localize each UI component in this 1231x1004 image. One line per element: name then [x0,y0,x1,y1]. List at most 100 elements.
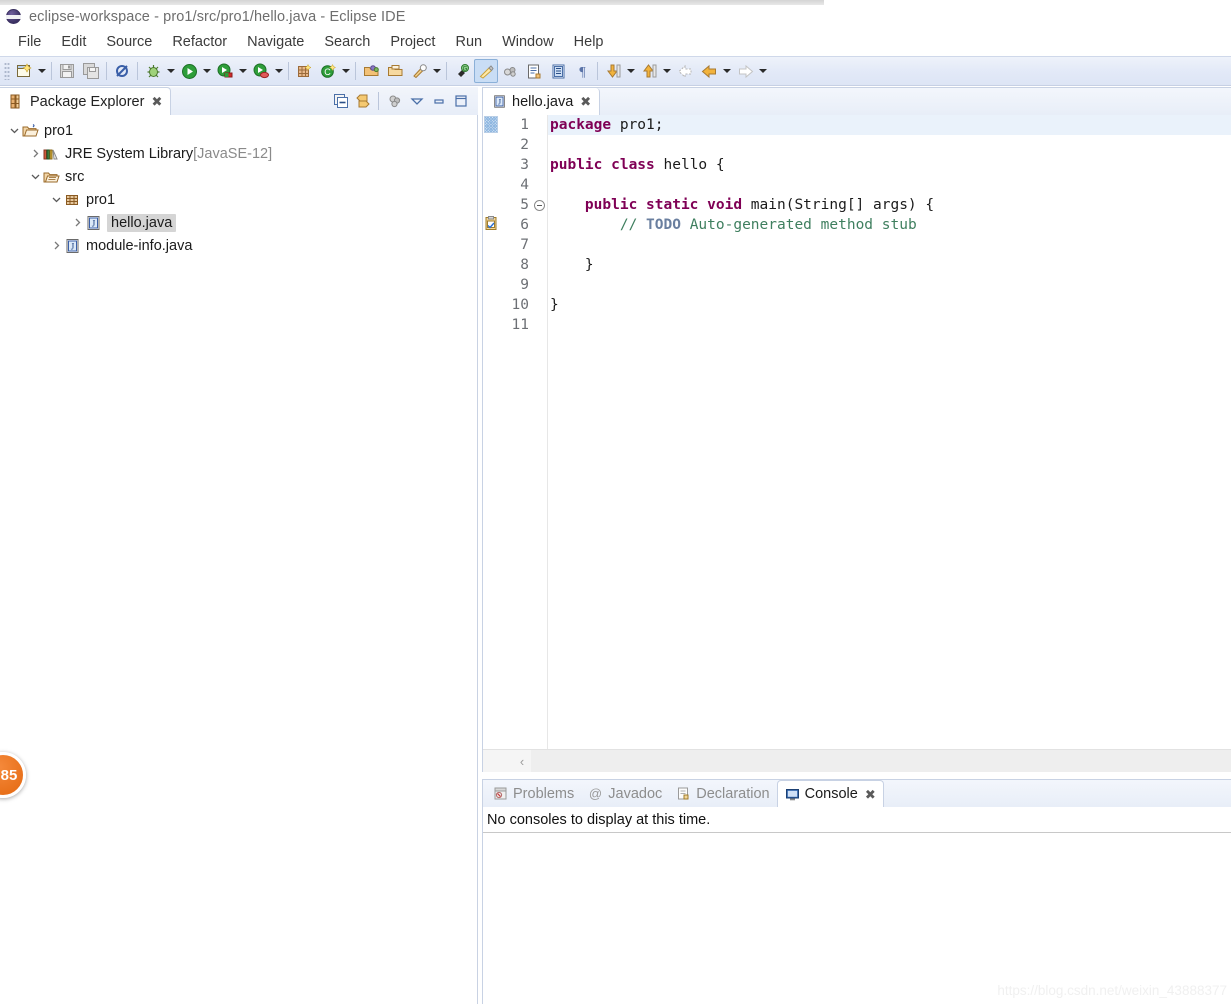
editor-horizontal-scrollbar[interactable]: ‹ [483,749,1231,772]
close-icon[interactable]: ✖ [580,95,591,108]
todo-task-marker-icon[interactable] [484,216,499,231]
coverage-icon[interactable] [249,59,273,83]
pilcrow-icon[interactable]: ¶ [570,59,594,83]
close-icon[interactable]: ✖ [151,95,162,108]
new-xml-file-icon[interactable] [522,59,546,83]
link-debug-icon[interactable] [498,59,522,83]
menu-run[interactable]: Run [445,32,492,52]
console-icon [785,787,800,802]
toolbar-grip[interactable] [4,62,10,80]
save-all-icon[interactable] [79,59,103,83]
menu-help[interactable]: Help [564,32,614,52]
search-icon[interactable] [407,59,431,83]
pin-editor-icon[interactable]: G [450,59,474,83]
toggle-mark-occurrences-icon[interactable] [474,59,498,83]
show-whitespace-icon[interactable] [546,59,570,83]
toolbar-separator [597,62,598,80]
open-type-icon[interactable] [359,59,383,83]
coverage-dropdown-arrow[interactable] [273,60,285,82]
tree-item-src[interactable]: src [0,165,477,188]
line-number: 3 [520,157,529,173]
maximize-icon[interactable] [451,92,470,111]
tree-item-hello-java[interactable]: J hello.java [0,211,477,234]
tree-item-pro1-package[interactable]: pro1 [0,188,477,211]
chevron-right-icon[interactable] [48,238,64,254]
back-icon[interactable] [697,59,721,83]
debug-dropdown-arrow[interactable] [165,60,177,82]
new-java-project-icon[interactable] [292,59,316,83]
tab-hello-java[interactable]: J hello.java ✖ [483,88,601,115]
eclipse-ide-window: eclipse-workspace - pro1/src/pro1/hello.… [0,0,1231,1004]
last-edit-location-icon[interactable] [673,59,697,83]
tab-package-explorer[interactable]: Package Explorer ✖ [0,87,172,115]
java-file-icon: J [64,238,81,254]
new-wizard-dropdown-arrow[interactable] [36,60,48,82]
folding-bar[interactable] [533,115,548,750]
code-line-10: } [548,295,1231,315]
menu-refactor[interactable]: Refactor [162,32,237,52]
view-menu-icon[interactable] [407,92,426,111]
link-with-editor-icon[interactable] [353,92,372,111]
menu-source[interactable]: Source [96,32,162,52]
minimize-icon[interactable] [429,92,448,111]
tab-console[interactable]: Console ✖ [776,780,884,807]
view-filter-icon[interactable] [385,92,404,111]
tree-item-pro1-project[interactable]: pro1 [0,119,477,142]
code-line-8: } [548,255,1231,275]
tree-item-jre-system-library[interactable]: JRE System Library [JavaSE-12] [0,142,477,165]
forward-dropdown-arrow[interactable] [757,60,769,82]
tab-problems[interactable]: Problems [486,780,581,807]
forward-icon[interactable] [733,59,757,83]
next-annotation-dropdown-arrow[interactable] [625,60,637,82]
fold-collapse-icon[interactable] [534,200,545,211]
svg-text:C: C [324,67,331,77]
new-java-class-icon[interactable]: C [316,59,340,83]
next-annotation-icon[interactable] [601,59,625,83]
close-icon[interactable]: ✖ [865,788,876,801]
chevron-right-icon[interactable] [27,146,43,162]
token-plain: } [550,297,559,313]
search-dropdown-arrow[interactable] [431,60,443,82]
run-icon[interactable] [177,59,201,83]
tab-declaration[interactable]: Declaration [669,780,776,807]
tree-item-module-info-java[interactable]: J module-info.java [0,234,477,257]
cursor-line-marker [484,116,498,133]
source-text[interactable]: package pro1; public class hello { publi… [548,115,1231,750]
menu-project[interactable]: Project [380,32,445,52]
toolbar-separator [51,62,52,80]
tab-javadoc[interactable]: @ Javadoc [581,780,669,807]
menu-file[interactable]: File [8,32,51,52]
package-explorer-tree[interactable]: pro1 JRE System Library [JavaSE-12] src … [0,115,478,1004]
previous-annotation-icon[interactable] [637,59,661,83]
code-line-1: package pro1; [548,115,1231,135]
chevron-right-icon[interactable] [69,215,85,231]
menu-window[interactable]: Window [492,32,564,52]
chevron-down-icon[interactable] [27,169,43,185]
menu-search[interactable]: Search [314,32,380,52]
package-explorer-tab-row: Package Explorer ✖ [0,87,478,115]
scroll-left-icon[interactable]: ‹ [513,750,531,772]
annotation-marker-bar[interactable] [483,115,499,750]
menu-navigate[interactable]: Navigate [237,32,314,52]
collapse-all-icon[interactable] [331,92,350,111]
skip-all-breakpoints-icon[interactable] [110,59,134,83]
console-output-area[interactable]: No consoles to display at this time. [483,807,1231,1004]
chevron-down-icon[interactable] [48,192,64,208]
new-wizard-icon[interactable] [12,59,36,83]
run-dropdown-arrow[interactable] [201,60,213,82]
code-editor[interactable]: 1 2 3 4 5 6 7 8 9 10 11 package pro1; pu… [483,115,1231,750]
previous-annotation-dropdown-arrow[interactable] [661,60,673,82]
new-class-dropdown-arrow[interactable] [340,60,352,82]
token-keyword: public class [550,157,664,173]
scrollbar-track[interactable] [531,750,1231,772]
chevron-down-icon[interactable] [6,123,22,139]
external-tools-dropdown-arrow[interactable] [237,60,249,82]
debug-icon[interactable] [141,59,165,83]
open-task-icon[interactable] [383,59,407,83]
back-dropdown-arrow[interactable] [721,60,733,82]
menu-edit[interactable]: Edit [51,32,96,52]
save-icon[interactable] [55,59,79,83]
run-external-tools-icon[interactable] [213,59,237,83]
